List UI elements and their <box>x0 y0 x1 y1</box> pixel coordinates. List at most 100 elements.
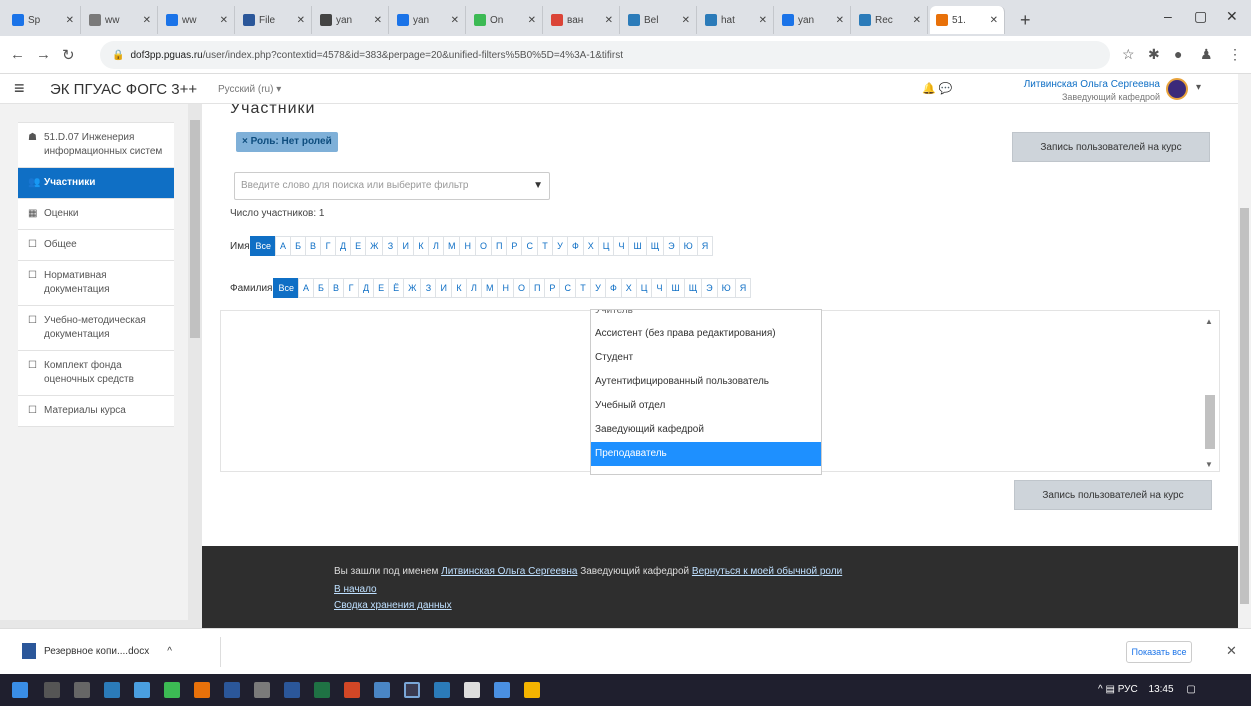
lastname-initial-link[interactable]: Ш <box>666 278 685 298</box>
role-option[interactable]: Учебный отдел <box>591 394 821 418</box>
edge-icon[interactable] <box>104 682 120 698</box>
firstname-initial-link[interactable]: К <box>412 236 429 256</box>
drawer-item[interactable]: ☐ Учебно-методическая документация <box>18 305 174 350</box>
drawer-scrollbar[interactable] <box>188 104 202 628</box>
lastname-initial-link[interactable]: З <box>420 278 437 298</box>
tab-close-icon[interactable]: ✕ <box>836 15 844 26</box>
firstname-initial-link[interactable]: Р <box>506 236 523 256</box>
drawer-item[interactable]: ☗ 51.D.07 Инженерия информационных систем <box>18 122 174 167</box>
lastname-initial-link[interactable]: Л <box>465 278 482 298</box>
lastname-initial-link[interactable]: Б <box>313 278 329 298</box>
app-icon[interactable] <box>524 682 540 698</box>
firstname-initial-link[interactable]: Б <box>290 236 307 256</box>
download-item[interactable]: Резервное копи....docx ^ <box>22 643 172 659</box>
tab-close-icon[interactable]: ✕ <box>759 15 767 26</box>
profile-avatar-icon[interactable]: ♟ <box>1200 46 1213 63</box>
enrol-users-button[interactable]: Запись пользователей на курс <box>1012 132 1210 162</box>
input-language[interactable]: РУС <box>1118 684 1138 695</box>
avatar[interactable] <box>1166 78 1188 100</box>
lastname-initial-link[interactable]: Т <box>574 278 591 298</box>
firstname-initial-link[interactable]: Е <box>350 236 367 256</box>
app-icon[interactable] <box>464 682 480 698</box>
tab-close-icon[interactable]: ✕ <box>374 15 382 26</box>
excel-icon[interactable] <box>314 682 330 698</box>
lastname-initial-link[interactable]: Я <box>734 278 752 298</box>
tab-close-icon[interactable]: ✕ <box>143 15 151 26</box>
lastname-all[interactable]: Все <box>273 278 299 298</box>
drawer-item[interactable]: ☐ Комплект фонда оценочных средств <box>18 350 174 395</box>
firstname-initial-link[interactable]: О <box>474 236 492 256</box>
page-scrollbar[interactable] <box>1238 74 1251 628</box>
tab-close-icon[interactable]: ✕ <box>451 15 459 26</box>
browser-tab[interactable]: ww ✕ <box>83 6 158 34</box>
lastname-initial-link[interactable]: Ж <box>403 278 422 298</box>
lastname-initial-link[interactable]: Н <box>497 278 514 298</box>
firstname-initial-link[interactable]: П <box>490 236 508 256</box>
caret-down-icon[interactable]: ▼ <box>533 173 543 199</box>
firstname-initial-link[interactable]: Ч <box>613 236 630 256</box>
notifications-icon[interactable]: ▢ <box>1186 684 1195 695</box>
table-scrollbar[interactable]: ▲ ▼ <box>1203 317 1217 469</box>
url-input[interactable]: 🔒 dof3pp.pguas.ru /user/index.php?contex… <box>100 41 1110 69</box>
tab-close-icon[interactable]: ✕ <box>220 15 228 26</box>
chevron-down-icon[interactable]: ▾ <box>1196 82 1201 93</box>
language-menu[interactable]: Русский (ru) ▾ <box>218 84 281 95</box>
drawer-item[interactable]: 👥 Участники <box>18 167 174 198</box>
lastname-initial-link[interactable]: Ч <box>651 278 668 298</box>
browser-tab[interactable]: yan ✕ <box>776 6 851 34</box>
browser-tab[interactable]: ww ✕ <box>160 6 235 34</box>
role-option[interactable]: Заведующий кафедрой <box>591 418 821 442</box>
star-icon[interactable]: ☆ <box>1122 46 1135 63</box>
browser-tab[interactable]: yan ✕ <box>314 6 389 34</box>
user-menu[interactable]: Литвинская Ольга Сергеевна Заведующий ка… <box>945 78 1160 104</box>
firstname-initial-link[interactable]: И <box>397 236 414 256</box>
app-icon[interactable] <box>494 682 510 698</box>
lastname-initial-link[interactable]: Р <box>544 278 561 298</box>
profile-icon[interactable]: ● <box>1174 46 1182 62</box>
lastname-initial-link[interactable]: У <box>589 278 606 298</box>
chrome-icon[interactable] <box>404 682 420 698</box>
firstname-initial-link[interactable]: Щ <box>645 236 665 256</box>
task-view-icon[interactable] <box>74 682 90 698</box>
lastname-initial-link[interactable]: Ц <box>635 278 653 298</box>
lastname-initial-link[interactable]: Щ <box>683 278 703 298</box>
return-role-link[interactable]: Вернуться к моей обычной роли <box>692 566 842 577</box>
bell-icon[interactable]: 🔔 <box>922 83 936 95</box>
firstname-initial-link[interactable]: Я <box>696 236 714 256</box>
lastname-initial-link[interactable]: Д <box>358 278 375 298</box>
app-icon[interactable] <box>224 682 240 698</box>
lastname-initial-link[interactable]: К <box>450 278 467 298</box>
browser-tab[interactable]: Rec ✕ <box>853 6 928 34</box>
role-option[interactable]: Преподаватель <box>591 442 821 466</box>
browser-tab[interactable]: hat ✕ <box>699 6 774 34</box>
chevron-up-icon[interactable]: ^ <box>167 646 172 657</box>
firstname-initial-link[interactable]: В <box>305 236 322 256</box>
firstname-initial-link[interactable]: Т <box>536 236 553 256</box>
browser-tab[interactable]: Sp ✕ <box>6 6 81 34</box>
tab-close-icon[interactable]: ✕ <box>605 15 613 26</box>
firstname-initial-link[interactable]: Ж <box>365 236 384 256</box>
horizontal-scrollbar[interactable] <box>0 620 202 628</box>
tab-close-icon[interactable]: ✕ <box>66 15 74 26</box>
browser-tab[interactable]: File ✕ <box>237 6 312 34</box>
lastname-initial-link[interactable]: Ё <box>388 278 405 298</box>
close-window-icon[interactable]: ✕ <box>1226 8 1238 25</box>
tab-close-icon[interactable]: ✕ <box>682 15 690 26</box>
firstname-initial-link[interactable]: Ю <box>678 236 698 256</box>
filter-input[interactable]: Введите слово для поиска или выберите фи… <box>234 172 550 200</box>
firstname-initial-link[interactable]: У <box>551 236 568 256</box>
drawer-item[interactable]: ☐ Нормативная документация <box>18 260 174 305</box>
search-icon[interactable] <box>44 682 60 698</box>
role-filter-chip[interactable]: × Роль: Нет ролей <box>236 132 338 152</box>
tab-close-icon[interactable]: ✕ <box>913 15 921 26</box>
maximize-icon[interactable]: ▢ <box>1194 8 1207 25</box>
firstname-initial-link[interactable]: А <box>275 236 292 256</box>
lastname-initial-link[interactable]: Ю <box>716 278 736 298</box>
logged-user-link[interactable]: Литвинская Ольга Сергеевна <box>441 566 577 577</box>
page-scroll-thumb[interactable] <box>1240 208 1249 604</box>
data-retention-link[interactable]: Сводка хранения данных <box>334 600 452 611</box>
lastname-initial-link[interactable]: Г <box>343 278 360 298</box>
minimize-icon[interactable]: – <box>1164 8 1172 24</box>
lastname-initial-link[interactable]: А <box>297 278 314 298</box>
reload-icon[interactable]: ↻ <box>62 46 75 64</box>
